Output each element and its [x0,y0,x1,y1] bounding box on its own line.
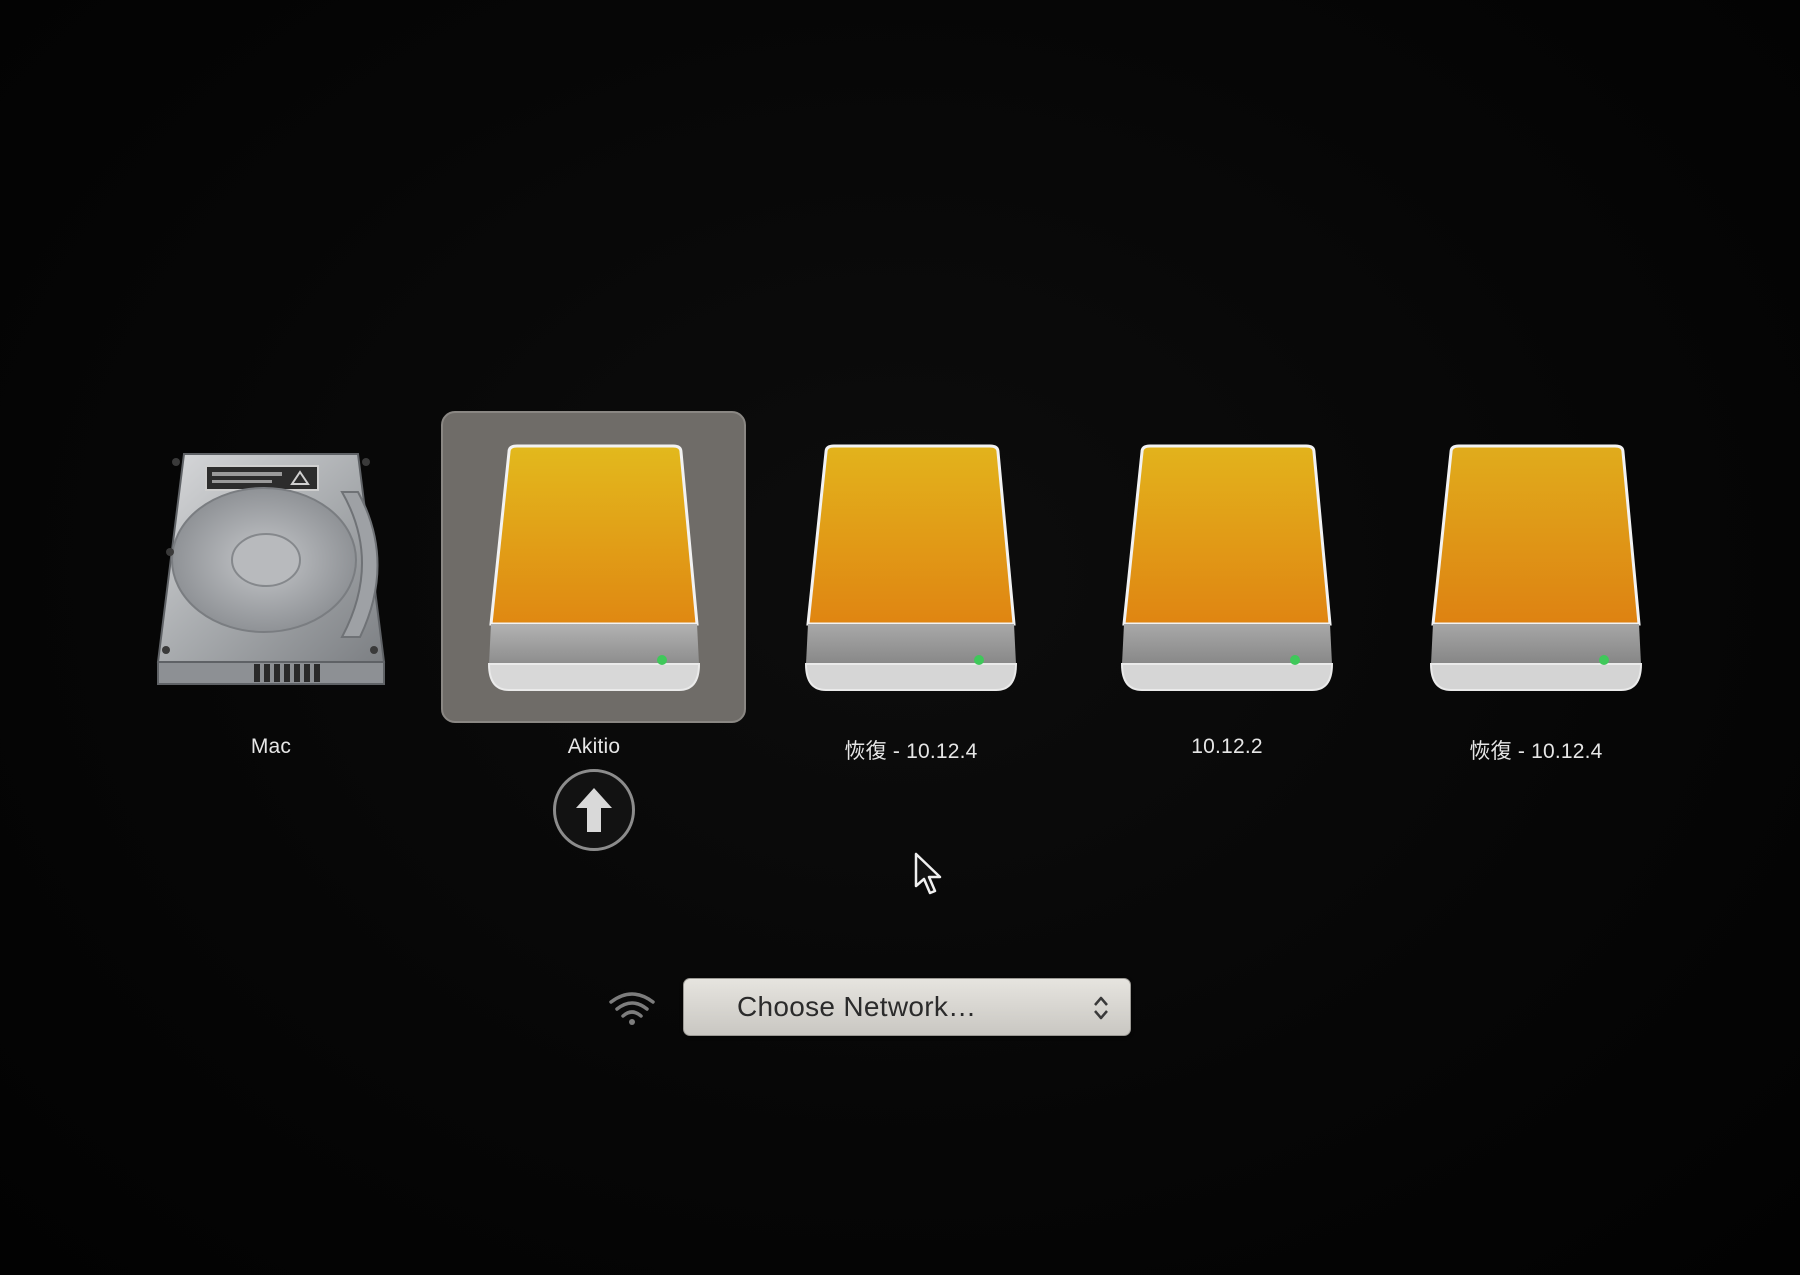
disk-10-12-2[interactable]: 10.12.2 [1072,410,1382,790]
disk-akitio[interactable]: Akitio [439,410,749,790]
disk-label: Mac [250,735,292,758]
external-drive-icon [1429,444,1643,691]
disk-label: Akitio [567,735,621,758]
disk-recovery-10-12-4-b[interactable]: 恢復 - 10.12.4 [1381,410,1691,790]
boot-button[interactable] [553,769,635,851]
disk-mac[interactable]: Mac [116,410,426,790]
disk-label: 恢復 - 10.12.4 [1469,740,1603,763]
wifi-icon [609,992,655,1025]
choose-network-label: Choose Network… [737,991,977,1022]
external-drive-icon [487,444,701,691]
disk-label: 10.12.2 [1191,735,1263,758]
external-drive-icon [804,444,1018,691]
up-down-chevron-icon [1094,996,1108,1020]
choose-network-popup[interactable]: Choose Network… [683,978,1131,1036]
external-drive-icon [1120,444,1334,691]
internal-hard-drive-icon [156,453,386,685]
arrow-up-circle-icon [576,788,612,832]
disk-label: 恢復 - 10.12.4 [844,740,978,763]
mouse-pointer-icon [914,852,942,895]
boot-picker-screen: Mac Akitio 恢復 - 10.12.4 10.12.2 恢復 - 10.… [0,0,1800,1275]
disk-recovery-10-12-4-a[interactable]: 恢復 - 10.12.4 [756,410,1066,790]
